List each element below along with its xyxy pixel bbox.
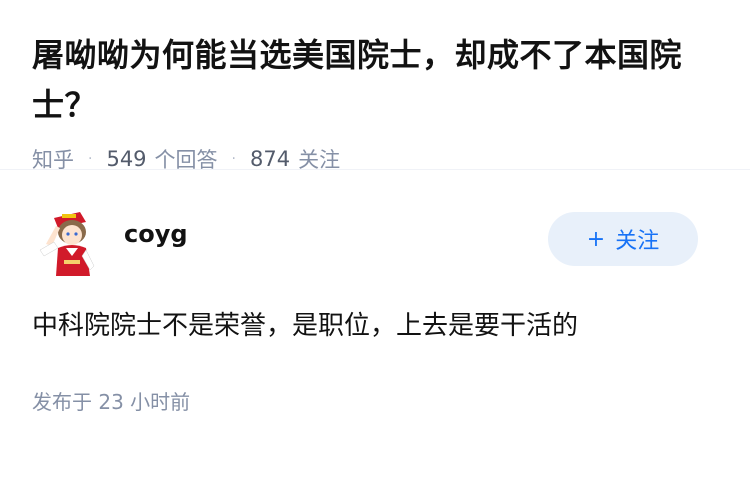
question-title[interactable]: 屠呦呦为何能当选美国院士，却成不了本国院士？ [32, 30, 718, 130]
author-name[interactable]: coyg [124, 220, 188, 248]
meta-separator: · [231, 151, 236, 167]
publish-time: 发布于 23 小时前 [32, 386, 718, 415]
answer-content[interactable]: 中科院院士不是荣誉，是职位，上去是要干活的 [32, 306, 718, 346]
meta-separator: · [88, 151, 93, 167]
question-header: 屠呦呦为何能当选美国院士，却成不了本国院士？ 知乎 · 549 个回答 · 87… [0, 0, 750, 172]
avatar[interactable] [32, 204, 108, 280]
answer-card: coyg + 关注 中科院院士不是荣誉，是职位，上去是要干活的 发布于 23 小… [0, 170, 750, 415]
publish-time-value: 23 小时前 [98, 390, 191, 414]
avatar-image [32, 204, 108, 280]
follower-count: 874 [250, 147, 291, 171]
author-row: coyg + 关注 [32, 200, 718, 284]
follow-button-label: 关注 [615, 229, 660, 254]
follow-button[interactable]: + 关注 [548, 212, 698, 266]
plus-icon: + [586, 226, 606, 252]
publish-prefix: 发布于 [32, 390, 92, 414]
answer-count: 549 [106, 147, 147, 171]
